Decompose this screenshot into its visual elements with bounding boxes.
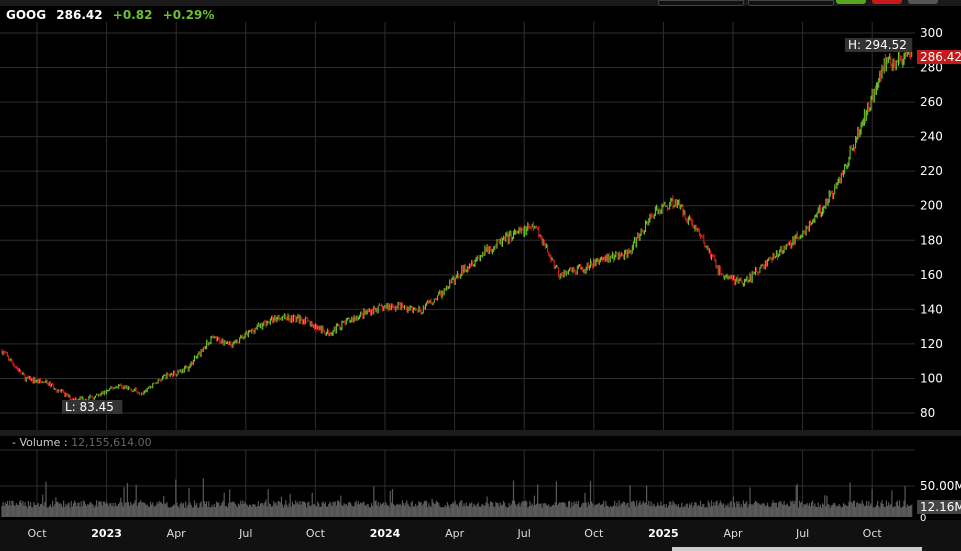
y-tick-label: 220 <box>920 164 943 178</box>
x-tick-label: Oct <box>306 527 326 540</box>
y-tick-label: 240 <box>920 130 943 144</box>
volume-label: - Volume : <box>12 436 68 449</box>
x-tick-label: Apr <box>167 527 187 540</box>
y-tick-label: 100 <box>920 371 943 385</box>
y-tick-label: 200 <box>920 199 943 213</box>
y-tick-label: 160 <box>920 268 943 282</box>
y-tick-label: 300 <box>920 26 943 40</box>
x-tick-label: Jul <box>795 527 809 540</box>
x-tick-label: Apr <box>723 527 743 540</box>
x-tick-label: Oct <box>863 527 883 540</box>
x-tick-label: Jul <box>517 527 531 540</box>
volume-legend: - Volume : 12,155,614.00 <box>12 436 152 449</box>
low-label: L: 83.45 <box>65 400 114 414</box>
y-tick-label: 120 <box>920 337 943 351</box>
price-chart[interactable]: 30028026024022020018016014012010080Oct 20… <box>0 0 961 551</box>
x-tick-label: 2025 <box>648 527 679 540</box>
y-tick-label: 140 <box>920 302 943 316</box>
high-label: H: 294.52 <box>848 38 907 52</box>
time-axis-background <box>0 520 961 551</box>
volume-tick-label: 0 <box>920 513 926 524</box>
y-tick-label: 80 <box>920 406 935 420</box>
y-tick-label: 260 <box>920 95 943 109</box>
x-tick-label: Oct <box>27 527 47 540</box>
volume-value: 12,155,614.00 <box>71 436 152 449</box>
x-tick-label: Apr <box>445 527 465 540</box>
last-price-label: 286.42 <box>920 50 961 64</box>
x-tick-label: Jul <box>238 527 252 540</box>
scroll-handle <box>672 547 922 551</box>
x-tick-label: 2023 <box>91 527 122 540</box>
y-tick-label: 180 <box>920 233 943 247</box>
x-tick-label: 2024 <box>370 527 401 540</box>
volume-last-label: 12.16M <box>920 500 961 514</box>
volume-tick-label: 50.00M <box>920 479 961 493</box>
x-tick-label: Oct <box>584 527 604 540</box>
